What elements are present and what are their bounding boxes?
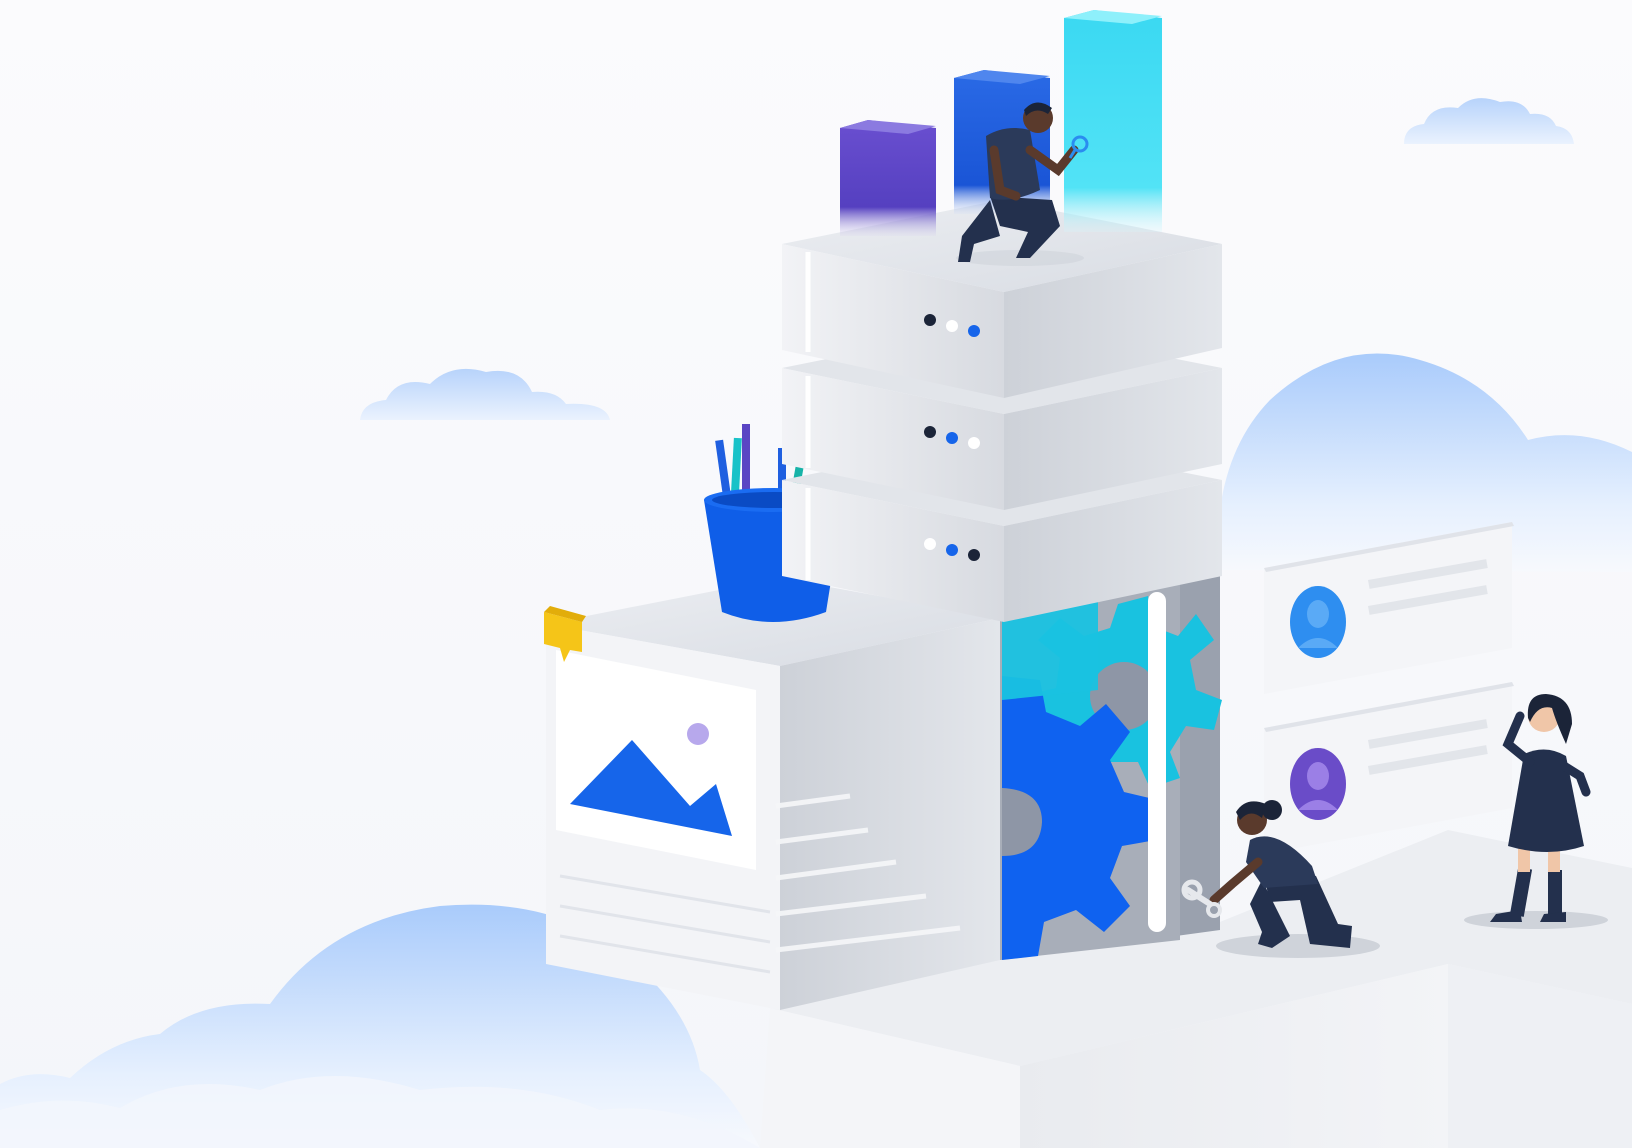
gear-compartment: [1000, 572, 1222, 960]
cloud-icon: [360, 368, 610, 420]
bar-cyan: [1064, 10, 1162, 232]
profile-card-icon: [1290, 748, 1346, 820]
illustration-svg: [0, 10, 1632, 1148]
cloud-top-right: [1404, 98, 1574, 144]
profile-card-icon: [1290, 586, 1346, 658]
illustration-scene: [0, 0, 1632, 1148]
bar-purple: [840, 120, 936, 236]
cloud-mid-left: [360, 368, 610, 420]
vertical-rod: [1148, 592, 1166, 932]
profile-card-2: [1264, 682, 1514, 854]
cloud-icon: [1404, 98, 1574, 144]
